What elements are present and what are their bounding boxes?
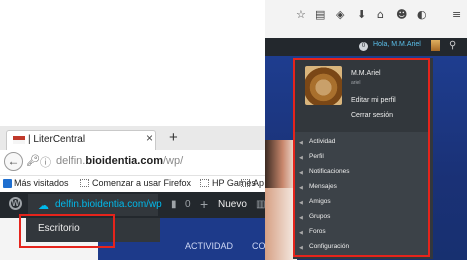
page-icon (200, 179, 209, 187)
avatar-small[interactable] (431, 40, 440, 51)
key-icon[interactable]: 🔑︎ (26, 154, 40, 167)
new-tab-button[interactable]: + (169, 129, 178, 146)
download-icon[interactable]: ⬇ (357, 9, 366, 21)
trash-icon[interactable]: ▥ (256, 199, 265, 210)
bookmark-mas-visitados[interactable]: Más visitados (14, 178, 69, 188)
tab-title[interactable]: | LiterCentral (28, 134, 85, 145)
page-icon (80, 179, 89, 187)
bookmark-comenzar-firefox[interactable]: Comenzar a usar Firefox (92, 178, 191, 188)
url-host: bioidentia.com (85, 155, 163, 167)
smiley-icon[interactable]: ☻ (396, 9, 407, 21)
dashboard-icon: ☁ (38, 200, 49, 212)
close-icon[interactable]: × (146, 131, 153, 145)
bookmark-ap[interactable]: Ap (253, 178, 264, 188)
bookmark-folder-icon (3, 179, 12, 188)
new-content-button[interactable]: Nuevo (218, 199, 247, 210)
page-icon (241, 179, 250, 187)
notification-badge[interactable]: 0 (359, 42, 368, 51)
comment-icon[interactable]: ▮ (171, 199, 177, 210)
site-nav-cut[interactable]: CO (252, 241, 266, 251)
site-nav-actividad[interactable]: ACTIVIDAD (185, 241, 233, 251)
info-icon[interactable]: ⓘ (40, 154, 51, 170)
menu-icon[interactable]: ≡ (452, 9, 461, 21)
star-icon[interactable]: ☆ (296, 9, 306, 21)
url-bar[interactable]: delfin.bioidentia.com/wp/ (56, 155, 183, 167)
plus-icon[interactable]: + (200, 196, 208, 212)
url-prefix: delfin. (56, 155, 86, 167)
highlight-box-escritorio (19, 214, 115, 248)
user-greeting[interactable]: Hola, M.M.Ariel (373, 41, 421, 48)
wordpress-logo-icon[interactable]: W (9, 197, 22, 210)
site-name-link[interactable]: delfin.bioidentia.com/wp (55, 199, 162, 210)
url-path: /wp/ (162, 155, 184, 167)
toggle-icon[interactable]: ◐ (417, 9, 427, 21)
back-button[interactable]: ← (4, 152, 23, 171)
pocket-icon[interactable]: ◈ (336, 9, 344, 21)
favicon-icon (13, 136, 25, 144)
home-icon[interactable]: ⌂ (377, 9, 384, 21)
comment-count[interactable]: 0 (185, 199, 191, 210)
clipboard-icon[interactable]: ▤ (315, 9, 325, 21)
highlight-box-user-menu (293, 58, 430, 257)
search-icon[interactable]: ⚲ (449, 40, 456, 51)
